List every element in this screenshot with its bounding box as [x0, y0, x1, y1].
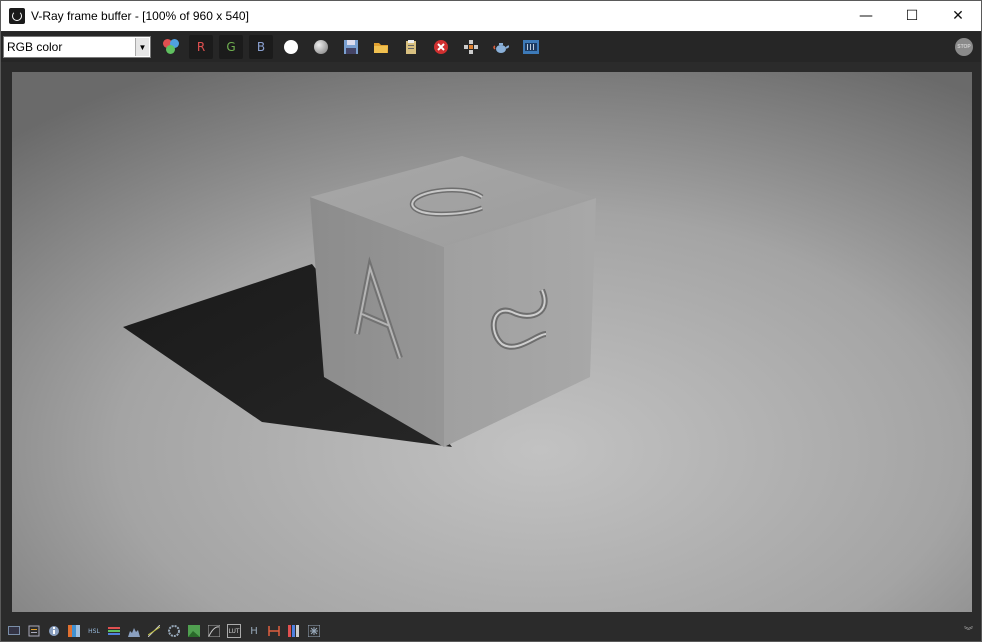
grey-sphere-icon[interactable]: [309, 35, 333, 59]
chevron-down-icon[interactable]: ▼: [135, 38, 149, 56]
lens-effects-icon[interactable]: [167, 624, 181, 638]
expand-toolbar-icon[interactable]: ︾: [964, 624, 973, 637]
window-title: V-Ray frame buffer - [100% of 960 x 540]: [31, 9, 249, 23]
curves-icon[interactable]: [147, 624, 161, 638]
h-icon[interactable]: H: [247, 624, 261, 638]
channel-select[interactable]: RGB color ▼: [3, 36, 151, 58]
title-bar[interactable]: V-Ray frame buffer - [100% of 960 x 540]…: [1, 1, 981, 31]
save-icon[interactable]: [339, 35, 363, 59]
stripes-icon[interactable]: [287, 624, 301, 638]
channel-select-value: RGB color: [7, 40, 63, 54]
bottom-toolbar: HSL LUT H ︾: [1, 621, 981, 641]
region-render-icon[interactable]: [459, 35, 483, 59]
minimize-button[interactable]: —: [843, 1, 889, 31]
open-folder-icon[interactable]: [369, 35, 393, 59]
histogram-icon[interactable]: [127, 624, 141, 638]
red-channel-button[interactable]: R: [189, 35, 213, 59]
window-controls: — ☐ ✕: [843, 1, 981, 31]
close-button[interactable]: ✕: [935, 1, 981, 31]
blue-channel-button[interactable]: B: [249, 35, 273, 59]
green-channel-button[interactable]: G: [219, 35, 243, 59]
lut-icon[interactable]: LUT: [227, 624, 241, 638]
film-strip-icon[interactable]: [519, 35, 543, 59]
info-icon[interactable]: [47, 624, 61, 638]
display-icon[interactable]: [7, 624, 21, 638]
white-circle-icon[interactable]: [279, 35, 303, 59]
stop-render-button[interactable]: STOP: [955, 38, 973, 56]
teapot-render-icon[interactable]: [489, 35, 513, 59]
star-icon[interactable]: [307, 624, 321, 638]
compare-icon[interactable]: [267, 624, 281, 638]
levels-icon[interactable]: [107, 624, 121, 638]
maximize-button[interactable]: ☐: [889, 1, 935, 31]
rgb-channels-icon[interactable]: [159, 35, 183, 59]
history-icon[interactable]: [27, 624, 41, 638]
clipboard-icon[interactable]: [399, 35, 423, 59]
hsl-icon[interactable]: HSL: [87, 624, 101, 638]
rendered-image[interactable]: [12, 72, 972, 612]
vfb-window: V-Ray frame buffer - [100% of 960 x 540]…: [0, 0, 982, 642]
clear-image-icon[interactable]: [429, 35, 453, 59]
main-toolbar: RGB color ▼ R G B STOP: [1, 32, 981, 62]
image-icon[interactable]: [187, 624, 201, 638]
color-gradient-icon[interactable]: [67, 624, 81, 638]
curve-editor-icon[interactable]: [207, 624, 221, 638]
vray-logo-icon: [9, 8, 25, 24]
render-area: [1, 62, 981, 619]
